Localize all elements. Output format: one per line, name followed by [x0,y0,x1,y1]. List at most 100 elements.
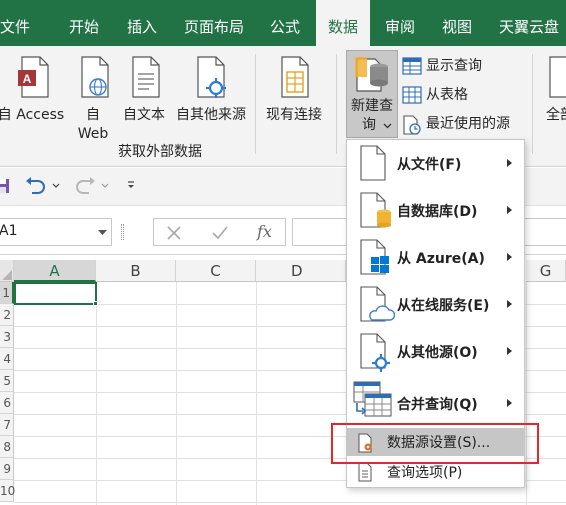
existing-connections-icon [281,56,309,98]
column-header-g[interactable]: G [526,260,566,282]
from-access-label: 自 Access [0,107,65,123]
cloud-icon [360,286,395,322]
select-all-corner[interactable] [0,260,14,282]
tab-view[interactable]: 视图 [442,0,472,46]
row-header[interactable]: 9 [0,458,14,480]
from-web-label-line1: 自 [86,107,100,123]
insert-function-fx-icon[interactable]: fx [257,222,272,241]
other-sources-icon [197,56,226,98]
access-icon: A [18,56,49,98]
file-icon [360,145,386,181]
new-query-icon [355,57,388,92]
text-file-icon [132,56,160,98]
submenu-arrow-icon [507,206,512,214]
svg-text:A: A [23,72,32,86]
fill-handle[interactable] [93,301,98,306]
menu-item-from-online-services[interactable]: 从在线服务(E) [347,281,524,328]
new-query-button[interactable]: 新建查 询 [346,50,398,138]
menu-item-label: 自数据库(D) [397,204,478,220]
highlight-annotation-box [331,423,539,464]
row-header[interactable]: 3 [0,326,14,348]
from-web-button[interactable]: 自 Web [72,54,114,144]
other-source-icon [360,333,390,372]
name-box-value: A1 [0,223,18,239]
formula-bar-splitter[interactable] [121,224,124,240]
new-query-label-line1: 新建查 [351,98,393,114]
column-header-d[interactable]: D [256,260,346,282]
ribbon-group-separator [255,54,256,154]
menu-item-from-file[interactable]: 从文件(F) [347,140,524,187]
active-cell-a1[interactable] [14,282,98,306]
enter-check-icon[interactable] [211,225,229,241]
merge-icon [353,381,392,417]
from-web-label-line2: Web [77,126,109,142]
row-header[interactable]: 7 [0,414,14,436]
undo-icon[interactable] [25,177,47,195]
submenu-arrow-icon [507,300,512,308]
ribbon-group-separator [532,54,533,154]
redo-dropdown-chevron-icon[interactable] [101,183,109,189]
menu-item-combine-queries[interactable]: 合并查询(Q) [347,375,524,422]
submenu-arrow-icon [507,253,512,261]
save-icon[interactable] [0,178,10,194]
undo-dropdown-chevron-icon[interactable] [52,183,60,189]
from-other-sources-label: 自其他来源 [176,107,246,123]
recent-sources-label: 最近使用的源 [426,116,510,132]
tab-data[interactable]: 数据 [316,0,371,46]
recent-sources-button[interactable]: 最近使用的源 [402,112,542,136]
submenu-arrow-icon [507,347,512,355]
gridline [176,282,177,505]
tab-file[interactable]: 文件 [0,0,30,46]
redo-icon[interactable] [74,177,96,195]
column-header-b[interactable]: B [96,260,176,282]
submenu-arrow-icon [507,399,512,407]
table-icon [402,86,422,104]
menu-item-label: 从在线服务(E) [397,298,490,314]
existing-connections-button[interactable]: 现有连接 [260,54,328,124]
customize-qat-icon[interactable] [127,180,135,190]
tab-review[interactable]: 审阅 [385,0,415,46]
row-header[interactable]: 5 [0,370,14,392]
gridline [256,282,257,505]
azure-icon [360,239,389,275]
tab-page-layout[interactable]: 页面布局 [184,0,244,46]
column-header-c[interactable]: C [176,260,256,282]
gridline [526,282,527,505]
from-text-button[interactable]: 自文本 [119,54,169,124]
menu-item-label: 查询选项(P) [387,465,463,481]
menu-item-label: 合并查询(Q) [397,397,478,413]
menu-item-from-other-sources[interactable]: 从其他源(O) [347,328,524,375]
menu-item-label: 从文件(F) [397,157,462,173]
row-header[interactable]: 10 [0,480,15,502]
cancel-x-icon[interactable] [166,225,182,241]
get-external-data-group-label: 获取外部数据 [118,144,202,160]
row-header[interactable]: 6 [0,392,14,414]
ribbon-group-separator [336,54,337,154]
menu-item-label: 从其他源(O) [397,345,478,361]
menu-item-from-azure[interactable]: 从 Azure(A) [347,234,524,281]
show-queries-button[interactable]: 显示查询 [402,54,522,78]
menu-item-label: 从 Azure(A) [397,251,485,267]
web-globe-icon [81,56,109,98]
row-header[interactable]: 4 [0,348,14,370]
tab-insert[interactable]: 插入 [127,0,157,46]
row-header[interactable]: 2 [0,304,14,326]
from-other-sources-button[interactable]: 自其他来源 [172,54,250,124]
name-box[interactable]: A1 [0,218,112,246]
menu-item-from-database[interactable]: 自数据库(D) [347,187,524,234]
column-header-a[interactable]: A [14,260,96,282]
row-header[interactable]: 1 [0,282,14,304]
ribbon-tab-bar: 文件 开始 插入 页面布局 公式 数据 审阅 视图 天翼云盘 [0,0,566,46]
from-table-button[interactable]: 从表格 [402,83,522,107]
submenu-arrow-icon [507,159,512,167]
row-header[interactable]: 8 [0,436,14,458]
refresh-all-label: 全部 [546,107,566,123]
tab-home[interactable]: 开始 [69,0,99,46]
refresh-all-button[interactable]: 全部 [540,54,566,124]
tab-tianyi-cloud[interactable]: 天翼云盘 [499,0,559,46]
table-grid-icon [402,57,422,75]
name-box-dropdown-icon[interactable] [98,230,107,236]
show-queries-label: 显示查询 [426,58,482,74]
from-access-button[interactable]: A 自 Access [0,54,68,124]
tab-formulas[interactable]: 公式 [270,0,300,46]
